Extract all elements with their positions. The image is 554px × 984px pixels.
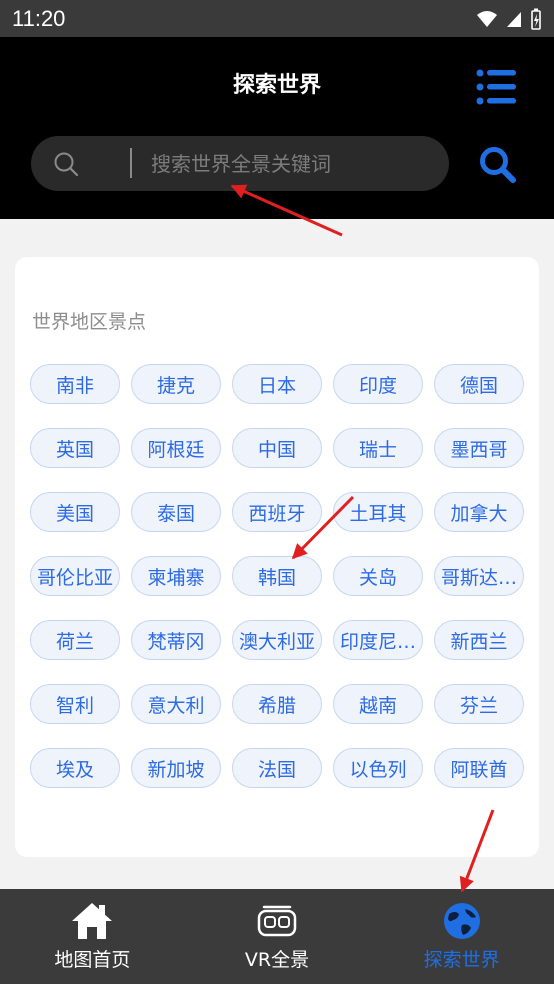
region-chip[interactable]: 阿根廷: [131, 428, 221, 468]
region-chip[interactable]: 希腊: [232, 684, 322, 724]
region-chip-label: 法国: [257, 758, 296, 781]
search-box: [31, 136, 449, 191]
region-chip[interactable]: 捷克: [131, 364, 221, 404]
region-chip-label: 印度尼…: [339, 630, 416, 653]
region-chip[interactable]: 日本: [232, 364, 322, 404]
region-chip[interactable]: 柬埔寨: [131, 556, 221, 596]
region-chip-label: 捷克: [156, 374, 195, 397]
region-chip[interactable]: 中国: [232, 428, 322, 468]
region-chip[interactable]: 美国: [30, 492, 120, 532]
region-chip[interactable]: 泰国: [131, 492, 221, 532]
status-time: 11:20: [12, 5, 66, 31]
tab-vr-panorama[interactable]: VR全景: [185, 889, 370, 984]
page-title: 探索世界: [232, 73, 321, 98]
region-chip-label: 泰国: [156, 502, 195, 525]
search-icon: [54, 152, 79, 177]
region-chip[interactable]: 智利: [30, 684, 120, 724]
region-chip-label: 中国: [257, 438, 296, 461]
region-chip-label: 南非: [55, 374, 94, 397]
region-chip-label: 印度: [358, 374, 397, 397]
region-chip-label: 阿联酋: [450, 758, 508, 781]
region-chip-label: 越南: [358, 694, 397, 717]
status-bar: 11:20: [0, 0, 554, 37]
region-chip-label: 阿根廷: [147, 438, 205, 461]
region-chip[interactable]: 埃及: [30, 748, 120, 788]
region-chip-label: 瑞士: [358, 438, 397, 461]
region-chip[interactable]: 印度尼…: [333, 620, 423, 660]
tab-label: VR全景: [244, 949, 310, 971]
region-chip-label: 德国: [459, 374, 498, 397]
region-chip-label: 智利: [55, 694, 94, 717]
home-icon: [72, 903, 113, 939]
search-button[interactable]: [478, 145, 518, 185]
region-chip[interactable]: 梵蒂冈: [131, 620, 221, 660]
region-chip[interactable]: 芬兰: [434, 684, 524, 724]
region-chip[interactable]: 新加坡: [131, 748, 221, 788]
region-chip-label: 哥伦比亚: [36, 566, 113, 589]
region-chip[interactable]: 哥斯达…: [434, 556, 524, 596]
region-chip-label: 西班牙: [248, 502, 306, 525]
bottom-tabbar: 地图首页 VR全景 探索世界: [0, 889, 554, 984]
region-chip-label: 澳大利亚: [238, 630, 315, 653]
section-title: 世界地区景点: [32, 311, 147, 333]
signal-icon: [507, 11, 521, 27]
region-chip-label: 梵蒂冈: [147, 630, 205, 653]
region-chip-label: 哥斯达…: [440, 566, 517, 589]
region-grid: 南非 捷克 日本 印度 德国英国 阿根廷 中国 瑞士 墨西哥美国 泰国 西班牙 土耳其 加拿大哥伦比亚 柬…: [30, 364, 524, 788]
region-chip-label: 关岛: [358, 566, 397, 589]
wifi-icon: [477, 10, 497, 27]
region-chip-label: 希腊: [257, 694, 296, 717]
menu-button[interactable]: [476, 69, 516, 105]
region-chip-label: 韩国: [257, 566, 296, 589]
region-chip-label: 意大利: [147, 694, 205, 717]
battery-icon: [531, 8, 541, 30]
region-chip-label: 新加坡: [147, 758, 205, 781]
region-chip-label: 美国: [55, 502, 94, 525]
region-chip-label: 土耳其: [349, 502, 407, 525]
region-chip[interactable]: 土耳其: [333, 492, 423, 532]
region-chip[interactable]: 澳大利亚: [232, 620, 322, 660]
status-icons: [476, 8, 542, 30]
region-chip-label: 新西兰: [450, 630, 508, 653]
region-chip-label: 加拿大: [450, 502, 508, 525]
region-chip[interactable]: 英国: [30, 428, 120, 468]
region-chip[interactable]: 西班牙: [232, 492, 322, 532]
tab-label: 地图首页: [54, 949, 131, 971]
region-chip-label: 荷兰: [55, 630, 94, 653]
region-chip[interactable]: 法国: [232, 748, 322, 788]
text-cursor: [130, 148, 132, 178]
tab-label: 探索世界: [423, 949, 500, 971]
tab-explore-world[interactable]: 探索世界: [369, 889, 554, 984]
region-chip[interactable]: 关岛: [333, 556, 423, 596]
region-chip-label: 柬埔寨: [147, 566, 205, 589]
region-chip[interactable]: 阿联酋: [434, 748, 524, 788]
region-chip[interactable]: 新西兰: [434, 620, 524, 660]
list-menu-icon: [476, 69, 516, 105]
region-chip[interactable]: 韩国: [232, 556, 322, 596]
region-chip-label: 英国: [55, 438, 94, 461]
region-chip-label: 埃及: [55, 758, 94, 781]
header: 探索世界: [0, 37, 554, 219]
region-chip[interactable]: 越南: [333, 684, 423, 724]
region-chip[interactable]: 德国: [434, 364, 524, 404]
region-chip-label: 墨西哥: [450, 438, 508, 461]
region-chip-label: 以色列: [349, 758, 407, 781]
region-chip[interactable]: 意大利: [131, 684, 221, 724]
vr-headset-icon: [257, 905, 297, 937]
region-chip[interactable]: 瑞士: [333, 428, 423, 468]
region-card: 世界地区景点 南非 捷克 日本 印度 德国英国 阿根廷 中国 瑞士 墨西哥美国 泰国 西班牙 土耳其 加…: [15, 257, 539, 857]
tab-map-home[interactable]: 地图首页: [0, 889, 185, 984]
region-chip[interactable]: 南非: [30, 364, 120, 404]
search-icon: [480, 147, 516, 183]
region-chip-label: 日本: [257, 374, 296, 397]
region-chip-label: 芬兰: [459, 694, 498, 717]
region-chip[interactable]: 荷兰: [30, 620, 120, 660]
globe-icon: [443, 903, 480, 939]
region-chip[interactable]: 印度: [333, 364, 423, 404]
region-chip[interactable]: 哥伦比亚: [30, 556, 120, 596]
region-chip[interactable]: 墨西哥: [434, 428, 524, 468]
search-input[interactable]: [151, 136, 431, 191]
region-chip[interactable]: 以色列: [333, 748, 423, 788]
region-chip[interactable]: 加拿大: [434, 492, 524, 532]
